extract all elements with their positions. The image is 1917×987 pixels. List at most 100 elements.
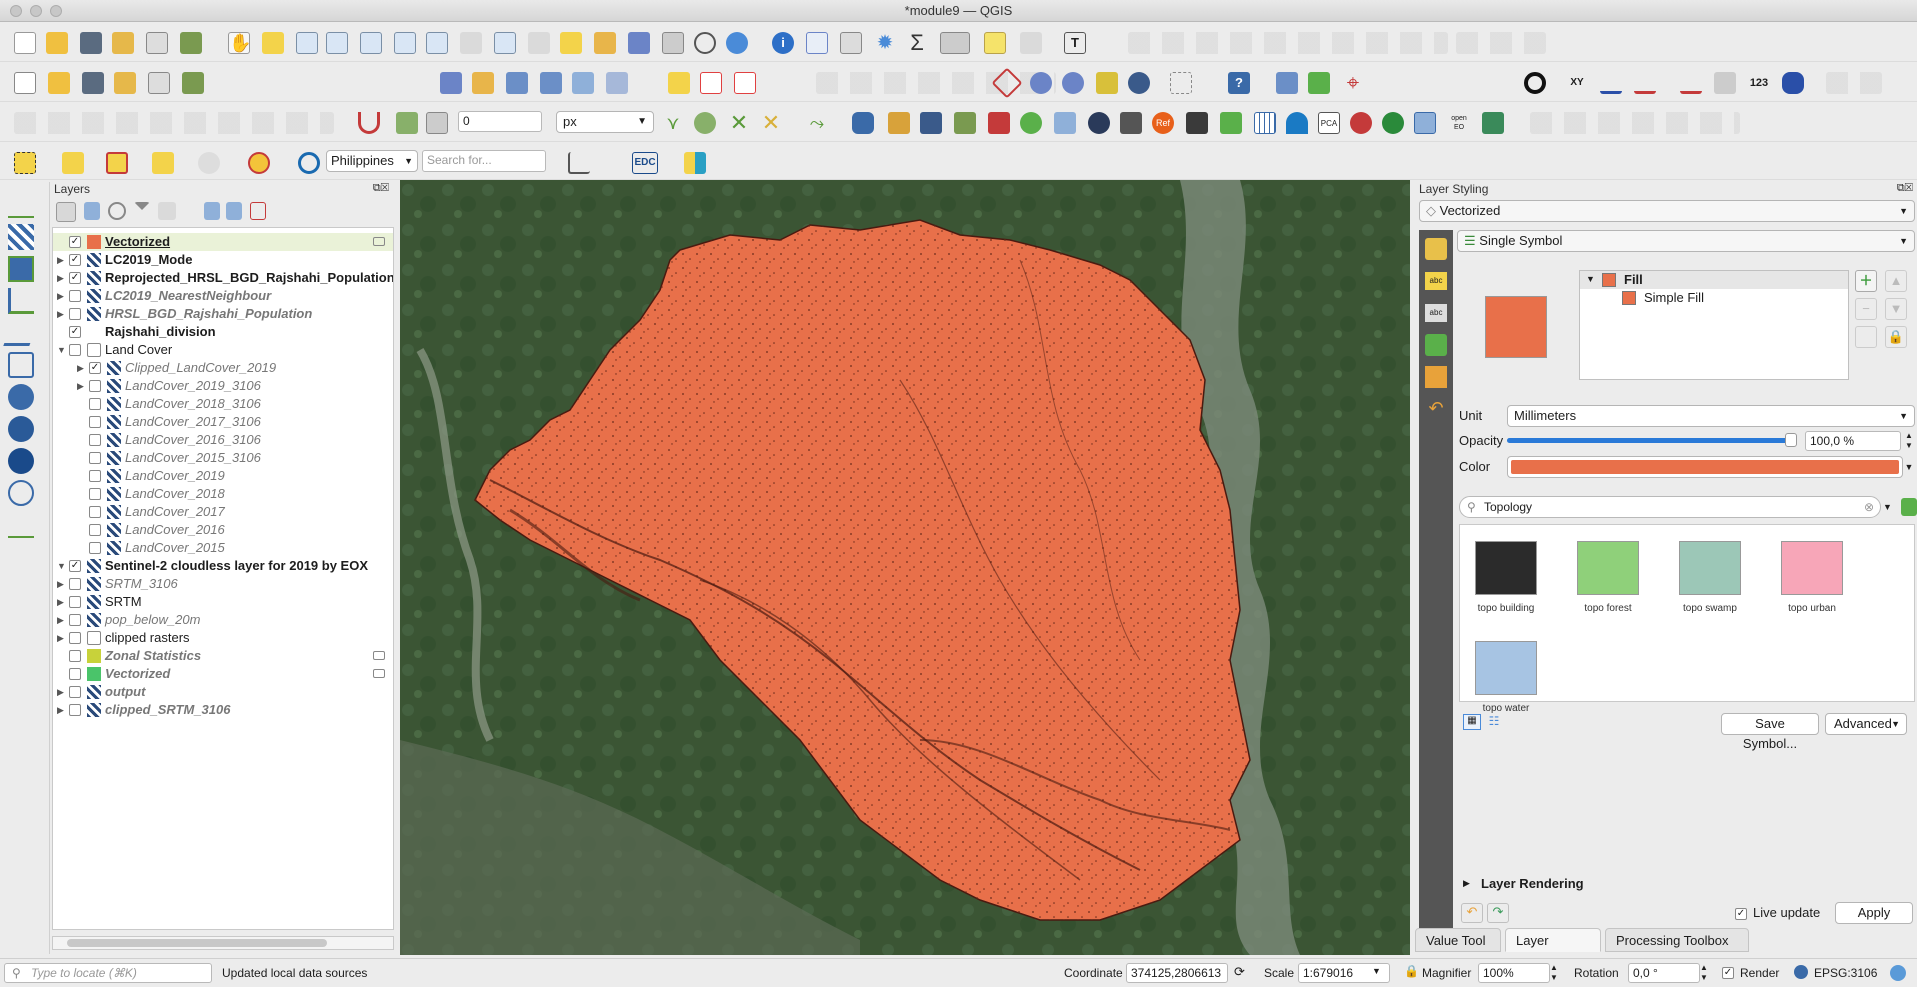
lock-scale-icon[interactable]: 🔒: [1404, 964, 1419, 980]
deselect-icon[interactable]: [106, 152, 128, 174]
expand-arrow-icon[interactable]: ▶: [57, 251, 64, 269]
tab-value-tool[interactable]: Value Tool: [1415, 928, 1501, 952]
metasearch-icon[interactable]: [920, 112, 942, 134]
geocode-search-icon[interactable]: [298, 152, 320, 174]
panel-close-icon[interactable]: ⧉☒: [1897, 182, 1913, 195]
print-layout-icon[interactable]: [146, 32, 168, 54]
layer-row[interactable]: LandCover_2016: [53, 521, 393, 539]
save-symbol-button[interactable]: Save Symbol...: [1721, 713, 1819, 751]
layer-row[interactable]: ▶ ✓ Reprojected_HRSL_BGD_Rajshahi_Popula…: [53, 269, 393, 287]
open-layer-styling-icon[interactable]: [56, 202, 76, 222]
layer-row[interactable]: ✓ Rajshahi_division: [53, 323, 393, 341]
layer-row[interactable]: ▶ ✓ LC2019_Mode: [53, 251, 393, 269]
layer-row[interactable]: Vectorized: [53, 665, 393, 683]
qgis-cloud-icon[interactable]: [954, 112, 976, 134]
snap-layer-icon[interactable]: [396, 112, 418, 134]
opacity-slider[interactable]: [1507, 433, 1797, 447]
cycle-plugin-icon[interactable]: [1350, 112, 1372, 134]
layer-visibility-checkbox[interactable]: [89, 380, 101, 392]
snap-intersection-icon[interactable]: [694, 112, 716, 134]
minimize-window-button[interactable]: [30, 5, 42, 17]
new-3d-view-icon[interactable]: [594, 32, 616, 54]
magnifier-spinner[interactable]: ▲ ▼: [1550, 963, 1562, 983]
snap-x-icon[interactable]: ✕: [760, 112, 782, 134]
snap-segment-icon[interactable]: ⋎: [662, 112, 684, 134]
snap-unit-select[interactable]: px ▼: [556, 111, 654, 133]
layer-visibility-checkbox[interactable]: [69, 650, 81, 662]
layer-row[interactable]: ▶ SRTM_3106: [53, 575, 393, 593]
plugin-grid-icon[interactable]: [684, 152, 706, 174]
text-annotation-icon[interactable]: T: [1064, 32, 1086, 54]
layer-visibility-checkbox[interactable]: [69, 704, 81, 716]
temporal-controller-icon[interactable]: [694, 32, 716, 54]
layer-visibility-checkbox[interactable]: [89, 416, 101, 428]
trace-icon[interactable]: ⤳: [806, 112, 828, 134]
group-row[interactable]: ▶ clipped rasters: [53, 629, 393, 647]
expand-arrow-icon[interactable]: ▶: [57, 305, 64, 323]
layer-visibility-checkbox[interactable]: [89, 542, 101, 554]
layer-row[interactable]: ▶ clipped_SRTM_3106: [53, 701, 393, 719]
digitize-icon[interactable]: [540, 72, 562, 94]
opacity-slider-handle[interactable]: [1785, 433, 1797, 447]
add-raster-icon[interactable]: [506, 72, 528, 94]
diagrams-tab-icon[interactable]: [1425, 366, 1447, 388]
layer-row[interactable]: ▶ HRSL_BGD_Rajshahi_Population: [53, 305, 393, 323]
layer-visibility-checkbox[interactable]: [69, 308, 81, 320]
new-map-view-icon[interactable]: [560, 32, 582, 54]
cross-tool-icon[interactable]: [1634, 72, 1656, 94]
save-as-icon[interactable]: [112, 32, 134, 54]
layer-visibility-checkbox[interactable]: ✓: [89, 362, 101, 374]
layer-row[interactable]: ▶ output: [53, 683, 393, 701]
expand-arrow-icon[interactable]: ▶: [77, 377, 84, 395]
live-update-checkbox[interactable]: ✓: [1735, 908, 1747, 920]
show-bookmarks-icon[interactable]: [662, 32, 684, 54]
line-tool-icon[interactable]: [1600, 72, 1622, 94]
symbol-tree-child-row[interactable]: Simple Fill: [1580, 289, 1848, 307]
circle-tool-icon[interactable]: [1524, 72, 1546, 94]
globe-search-icon[interactable]: [1030, 72, 1052, 94]
layer-row[interactable]: LandCover_2015_3106: [53, 449, 393, 467]
redo-icon[interactable]: ↷: [1487, 903, 1509, 923]
save-project-icon[interactable]: [80, 32, 102, 54]
history-tab-icon[interactable]: ↶: [1425, 398, 1447, 420]
snap-vertex-icon[interactable]: [426, 112, 448, 134]
select-feature-icon[interactable]: [1020, 32, 1042, 54]
move-up-button[interactable]: ▲: [1885, 270, 1907, 292]
zoom-plugin-icon[interactable]: [1414, 112, 1436, 134]
layer-row[interactable]: Zonal Statistics: [53, 647, 393, 665]
layer-visibility-checkbox[interactable]: [69, 668, 81, 680]
magnifier-field[interactable]: 100%: [1478, 963, 1550, 983]
expand-arrow-icon[interactable]: ▶: [57, 269, 64, 287]
layer-row[interactable]: ▶ pop_below_20m: [53, 611, 393, 629]
tab-processing-toolbox[interactable]: Processing Toolbox: [1605, 928, 1749, 952]
add-gps-icon[interactable]: [3, 320, 39, 346]
symbol-tree-root-row[interactable]: ▼ Fill: [1580, 271, 1848, 289]
location-search-input[interactable]: Search for...: [422, 150, 546, 172]
processing-toolbox-icon[interactable]: ✹: [874, 32, 896, 54]
number-tool-icon[interactable]: 123: [1748, 72, 1770, 94]
layer-visibility-checkbox[interactable]: ✓: [69, 560, 81, 572]
layer-select[interactable]: ◇ Vectorized ▼: [1419, 200, 1915, 222]
profile-chart-icon[interactable]: [568, 152, 590, 174]
georeferencer-icon[interactable]: [572, 72, 594, 94]
labels-tab-icon[interactable]: abc: [1425, 272, 1447, 290]
crs-icon[interactable]: [1794, 965, 1808, 979]
scale-dropdown-icon[interactable]: ▼: [1372, 966, 1381, 976]
locator-input[interactable]: ⚲ Type to locate (⌘K): [4, 963, 212, 983]
open-folder-icon[interactable]: [48, 72, 70, 94]
map-tips-icon[interactable]: [984, 32, 1006, 54]
opacity-input[interactable]: 100,0 %: [1805, 431, 1901, 451]
zoom-native-icon[interactable]: [460, 32, 482, 54]
openeo-icon[interactable]: open EO: [1448, 112, 1470, 134]
apply-button[interactable]: Apply: [1835, 902, 1913, 924]
style-manager-icon[interactable]: [180, 32, 202, 54]
add-wms-icon[interactable]: [440, 72, 462, 94]
rotation-spinner[interactable]: ▲ ▼: [1700, 963, 1712, 983]
add-layer-icon[interactable]: [182, 72, 204, 94]
layer-row[interactable]: LandCover_2018: [53, 485, 393, 503]
style-manager-button[interactable]: [1901, 498, 1917, 516]
masks-tab-icon[interactable]: abc: [1425, 304, 1447, 322]
layer-row[interactable]: ▼ ✓ Sentinel-2 cloudless layer for 2019 …: [53, 557, 393, 575]
move-down-button[interactable]: ▼: [1885, 298, 1907, 320]
symbol-item[interactable]: topo forest: [1576, 541, 1640, 614]
